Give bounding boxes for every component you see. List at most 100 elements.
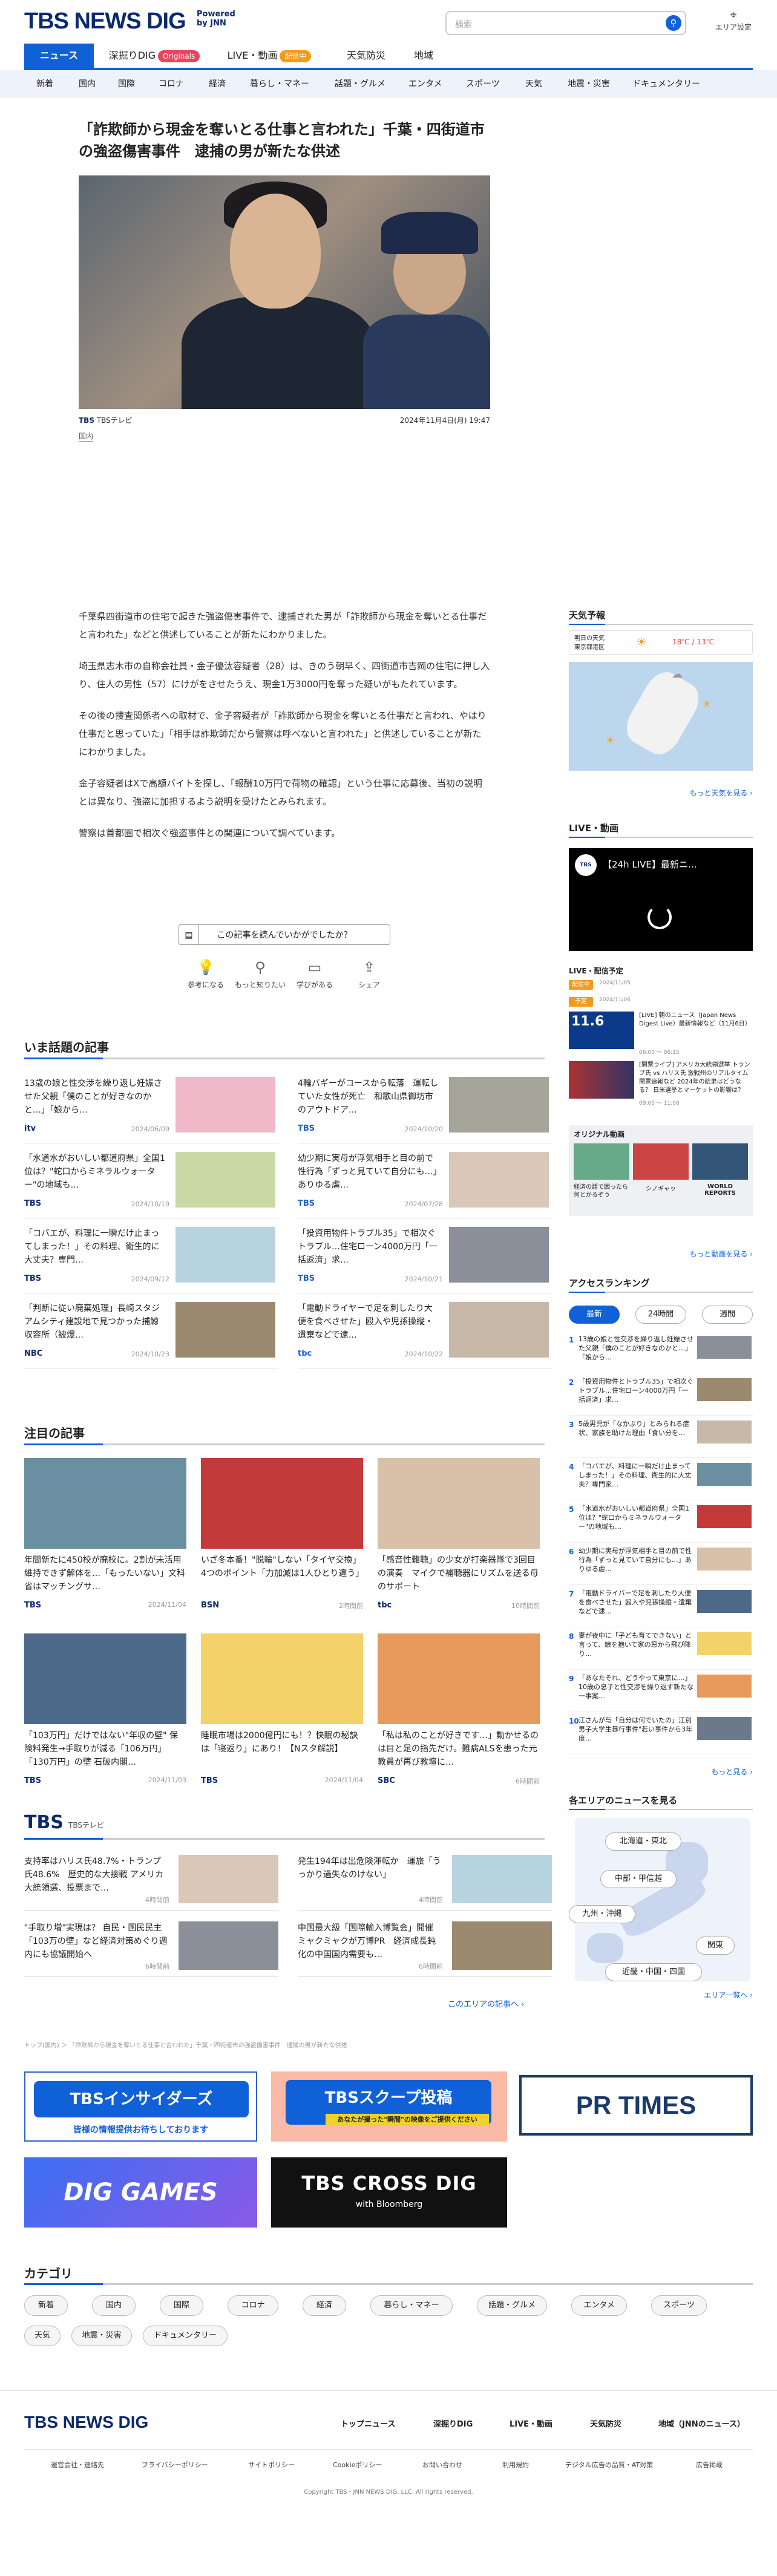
footer-small-link[interactable]: サイトポリシー [248, 2460, 295, 2470]
subnav-item[interactable]: エンタメ [408, 70, 442, 98]
footer-small-link[interactable]: 利用規約 [502, 2460, 529, 2470]
breadcrumb[interactable]: トップ(国内) ＞ 「詐欺師から現金を奪いとる仕事と言われた」千葉・四街道市の強… [24, 2040, 750, 2049]
category-button[interactable]: 国内 [92, 2295, 136, 2316]
article-source[interactable]: TBS TBSテレビ [79, 415, 133, 425]
subnav-item[interactable]: 新着 [36, 70, 53, 98]
featured-card[interactable]: 「感音性難聴」の少女が打楽器隊で3回目の演奏 マイクで補聴器にリズムを送る母のサ… [378, 1458, 540, 1646]
article-category[interactable]: 国内 [79, 431, 94, 442]
category-button[interactable]: ドキュメンタリー [143, 2326, 228, 2346]
ranking-tab-weekly[interactable]: 週間 [702, 1306, 753, 1324]
tbs-card[interactable]: "手取り増"実現は？ 自民・国民民主「103万の壁」など経済対策めぐり週内にも協… [24, 1921, 278, 1977]
schedule-item[interactable]: [開票ライブ] アメリカ大統領選挙 トランプ氏 vs ハリス氏 激戦州のリアルタ… [639, 1061, 753, 1095]
subnav-item[interactable]: 話題・グルメ [335, 70, 385, 98]
category-button[interactable]: コロナ [228, 2295, 278, 2316]
share-button[interactable]: ⇪ シェア [342, 959, 396, 990]
reaction-learn[interactable]: ▭ 学びがある [287, 959, 342, 990]
featured-card[interactable]: いざ冬本番！"脱輪"しない「タイヤ交換」4つのポイント「力加減は1人ひとり違う」… [201, 1458, 363, 1646]
ranking-item[interactable]: 6 幼少期に実母が浮気相手と目の前で性行為「ずっと見ていて自分にも…」ありゆる虐… [569, 1546, 753, 1585]
category-button[interactable]: 新着 [24, 2295, 68, 2316]
subnav-item[interactable]: 経済 [209, 70, 226, 98]
area-kinki[interactable]: 近畿・中国・四国 [605, 1963, 702, 1981]
category-button[interactable]: 国際 [160, 2295, 203, 2316]
subnav-item[interactable]: コロナ [159, 70, 184, 98]
trending-card[interactable]: 幼少期に実母が浮気相手と目の前で性行為「ずっと見ていて自分にも…」ありゆる虐… T… [298, 1152, 552, 1218]
featured-card[interactable]: 「103万円」だけではない"年収の壁" 保険料発生→手取りが減る「106万円」「… [24, 1633, 186, 1821]
reaction-more[interactable]: ⚲ もっと知りたい [233, 959, 287, 990]
category-button[interactable]: 話題・グルメ [477, 2295, 547, 2316]
search-icon[interactable]: ⚲ [666, 15, 681, 31]
footer-small-link[interactable]: Cookieポリシー [333, 2460, 382, 2470]
search-input[interactable]: 検索 ⚲ [445, 11, 686, 35]
area-hokkaido-tohoku[interactable]: 北海道・東北 [605, 1832, 681, 1851]
trending-card[interactable]: 13歳の娘と性交渉を繰り返し妊娠させた父親「僕のことが好きなのかと…」「娘から…… [24, 1077, 278, 1143]
ranking-item[interactable]: 10 江さんが与「自分は何でいたの」江別男子大学生暴行事件"若い事件から3年度… [569, 1716, 753, 1754]
subnav-item[interactable]: 国内 [79, 70, 96, 98]
weather-summary[interactable]: 明日の天気 東京都港区 ☀ 18℃ / 13℃ [569, 630, 753, 655]
dig-games-banner[interactable]: DIG GAMES [24, 2157, 257, 2228]
ranking-item[interactable]: 7 「電動ドライバーで足を刺したり大便を食べさせた」殴入や児孫操縦・遺棄などで逮… [569, 1589, 753, 1627]
schedule-item[interactable]: [LIVE] 朝のニュース（Japan News Digest Live）最新情… [639, 1012, 753, 1048]
subnav-item[interactable]: スポーツ [466, 70, 500, 98]
area-chubu[interactable]: 中部・甲信越 [600, 1870, 677, 1888]
category-button[interactable]: 暮らし・マネー [370, 2295, 453, 2316]
footer-small-link[interactable]: お問い合わせ [422, 2460, 462, 2470]
tbs-more-link[interactable]: このエリアの記事へ › [448, 1998, 524, 2009]
tbs-card[interactable]: 中国最大級「国際輸入博覧会」開催 ミャクミャクが万博PR 経済成長鈍化の中国国内… [298, 1921, 552, 1977]
footer-small-link[interactable]: 運営会社・連絡先 [51, 2460, 104, 2470]
trending-card[interactable]: 「水道水がおいしい都道府県」全国1位は？"蛇口からミネラルウォーター"の地域も…… [24, 1152, 278, 1218]
original-thumb[interactable] [574, 1143, 629, 1180]
subnav-item[interactable]: 暮らし・マネー [250, 70, 309, 98]
scoop-banner[interactable]: TBSスクープ投稿 あなたが撮った"瞬間"の映像をご提供ください [271, 2071, 507, 2142]
footer-link[interactable]: 地域（JNNのニュース） [658, 2417, 745, 2429]
site-logo[interactable]: TBS NEWS DIG [24, 8, 186, 34]
ranking-item[interactable]: 4 「コバエが、料理に一瞬だけ止まってしまった！」その料理、衛生的に大丈夫？専門家… [569, 1462, 753, 1500]
featured-card[interactable]: 年間新たに450校が廃校に。2割が未活用 維持できず解体を…「もったいない」文科… [24, 1458, 186, 1646]
area-settings-button[interactable]: ⌖ エリア設定 [709, 7, 758, 32]
subnav-item[interactable]: 天気 [525, 70, 542, 98]
original-thumb[interactable] [633, 1143, 689, 1180]
ranking-item[interactable]: 1 13歳の娘と性交渉を繰り返し妊娠させた父親「僕のことが好きなのかと…」「娘から… [569, 1335, 753, 1373]
footer-small-link[interactable]: デジタル広告の品質・AT対策 [565, 2460, 653, 2470]
footer-link[interactable]: 天気防災 [590, 2417, 621, 2429]
footer-link[interactable]: トップニュース [341, 2417, 395, 2429]
subnav-item[interactable]: ドキュメンタリー [632, 70, 700, 98]
category-button[interactable]: 経済 [303, 2295, 346, 2316]
schedule-thumb[interactable] [569, 1061, 634, 1099]
footer-logo[interactable]: TBS NEWS DIG [24, 2413, 148, 2432]
footer-small-link[interactable]: プライバシーポリシー [142, 2460, 208, 2470]
original-thumb[interactable] [692, 1143, 748, 1180]
ranking-item[interactable]: 3 5歳男児が「なかぶり」とみられる症状、家族を助けた理由「食い分を… [569, 1419, 753, 1458]
reaction-useful[interactable]: 💡 参考になる [179, 959, 233, 990]
ranking-tab-24h[interactable]: 24時間 [635, 1306, 686, 1324]
area-kanto[interactable]: 関東 [696, 1937, 735, 1955]
schedule-thumb[interactable]: 11.6 [569, 1012, 634, 1049]
nav-news[interactable]: ニュース [24, 44, 94, 68]
ranking-item[interactable]: 9 「あなたそれ、どうやって東京に…」10歳の息子と性交渉を繰り返す新たな一事案… [569, 1673, 753, 1712]
prtimes-banner[interactable]: PR TIMES [519, 2075, 753, 2136]
weather-map[interactable]: ☁ ☀ ☀ [569, 662, 753, 771]
nav-region[interactable]: 地域 [405, 44, 442, 68]
footer-link[interactable]: 深掘りDIG [433, 2417, 473, 2429]
area-kyushu[interactable]: 九州・沖縄 [569, 1905, 635, 1923]
tbs-logo[interactable]: TBS [24, 1812, 64, 1833]
cross-dig-banner[interactable]: TBS CROSS DIG with Bloomberg [271, 2157, 507, 2228]
tbs-card[interactable]: 支持率はハリス氏48.7%・トランプ氏48.6% 歴史的な大接戦 アメリカ大統領… [24, 1855, 278, 1911]
nav-dig[interactable]: 深掘りDIG Originals [106, 44, 203, 68]
category-button[interactable]: エンタメ [571, 2295, 627, 2316]
category-button[interactable]: 天気 [24, 2326, 61, 2346]
ranking-item[interactable]: 8 妻が夜中に「子ども育てできない」と言って、娘を抱いて家の窓から飛び降り… [569, 1631, 753, 1670]
footer-link[interactable]: LIVE・動画 [510, 2417, 552, 2429]
nav-live[interactable]: LIVE・動画 配信中 [221, 44, 318, 68]
trending-card[interactable]: 「コバエが、料理に一瞬だけ止まってしまった！」その料理、衛生的に大丈夫？専門… T… [24, 1227, 278, 1293]
trending-card[interactable]: 「判断に従い廃棄処理」長崎スタジアムシティ建設地で見つかった捕鯨収容所（被爆… N… [24, 1302, 278, 1368]
trending-card[interactable]: 「電動ドライヤーで足を刺したり大便を食べさせた」殴入や児孫操縦・遺棄などで逮… t… [298, 1302, 552, 1368]
subnav-item[interactable]: 地震・災害 [568, 70, 610, 98]
insiders-banner[interactable]: TBSインサイダーズ 皆様の情報提供お待ちしております [24, 2071, 257, 2142]
trending-card[interactable]: 「投資用物件トラブル35」で相次ぐトラブル…住宅ローン4000万円「一括返済」求… [298, 1227, 552, 1293]
category-button[interactable]: スポーツ [651, 2295, 707, 2316]
trending-card[interactable]: 4輪バギーがコースから転落 運転していた女性が死亡 和歌山県御坊市のアウトドア…… [298, 1077, 552, 1143]
category-button[interactable]: 地震・災害 [71, 2326, 132, 2346]
featured-card[interactable]: 睡眠市場は2000億円にも！？快眠の秘訣は「寝返り」にあり！【Nスタ解説】 TBS… [201, 1633, 363, 1821]
live-video-player[interactable]: TBS 【24h LIVE】最新ニ… [569, 848, 753, 951]
nav-weather[interactable]: 天気防災 [339, 44, 393, 68]
